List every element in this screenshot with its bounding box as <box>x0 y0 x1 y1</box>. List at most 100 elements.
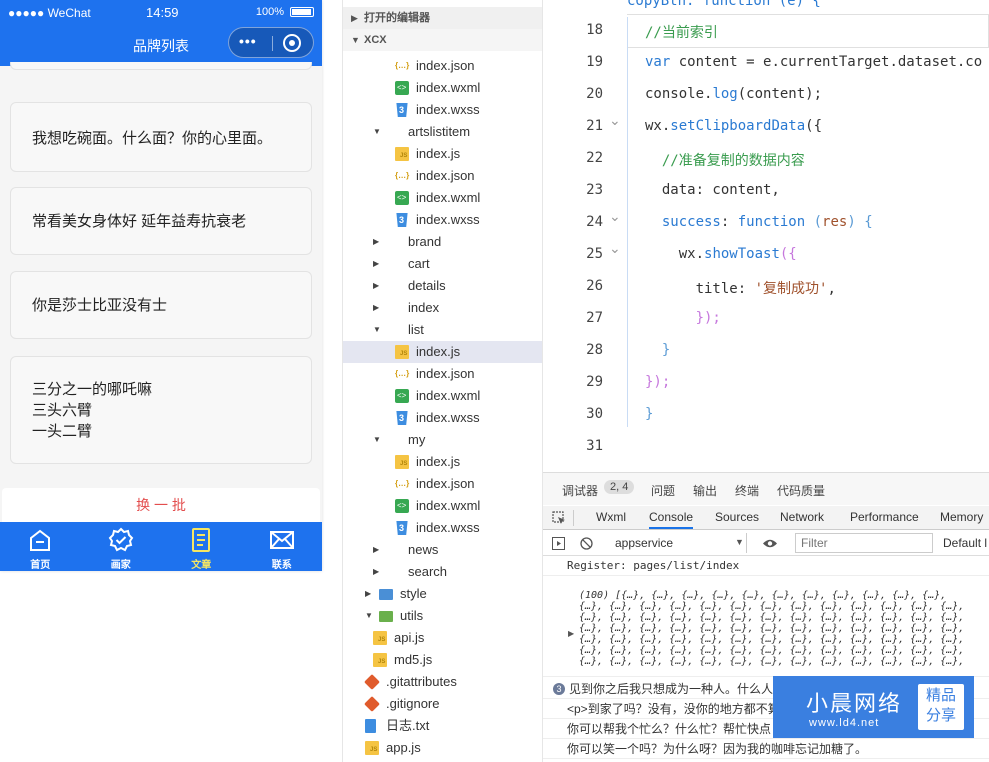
expand-arrow-icon[interactable]: ▶ <box>568 629 574 638</box>
tab-debugger[interactable]: 调试器 <box>562 482 598 499</box>
console-filter-input[interactable] <box>795 533 933 553</box>
tab-contact[interactable]: 联系 <box>242 522 323 571</box>
tree-item[interactable]: index.wxml <box>343 385 542 407</box>
chevron-right-icon: ▶ <box>373 237 380 246</box>
array-summary: (100) [{…}, {…}, {…}, {…}, {…}, {…}, {…}… <box>579 590 947 601</box>
tree-item[interactable]: index.wxml <box>343 187 542 209</box>
code-line: }); <box>645 374 671 390</box>
home-icon <box>30 529 51 551</box>
fold-chevron-icon[interactable]: ⌄ <box>609 208 621 225</box>
git-icon <box>364 696 380 712</box>
list-item[interactable]: 常看美女身体好 延年益寿抗衰老 <box>10 187 312 255</box>
line-number: 21 <box>586 118 603 134</box>
tree-item[interactable]: ▶ search <box>343 561 542 583</box>
site-watermark: 小晨网络 www.ld4.net 精品 分享 <box>773 676 974 738</box>
console-array-output[interactable]: ▶ (100) [{…}, {…}, {…}, {…}, {…}, {…}, {…… <box>543 577 989 677</box>
tree-item[interactable]: app.js <box>343 737 542 759</box>
tree-item[interactable]: {…} index.json <box>343 165 542 187</box>
list-item-text: 你是莎士比亚没有士 <box>32 297 168 314</box>
tab-output[interactable]: 输出 <box>693 482 717 499</box>
tree-item[interactable]: ▶ cart <box>343 253 542 275</box>
sidebar-toggle-icon[interactable] <box>552 537 565 550</box>
line-number: 22 <box>586 150 603 166</box>
tree-item[interactable]: ▶ details <box>343 275 542 297</box>
tree-item[interactable]: index.wxml <box>343 495 542 517</box>
tree-item-label: my <box>408 432 426 447</box>
wxss-file-icon <box>396 411 408 425</box>
devtab-sources[interactable]: Sources <box>715 510 759 524</box>
tab-problems[interactable]: 问题 <box>651 482 675 499</box>
tree-item-label: cart <box>408 256 430 271</box>
tab-code-quality[interactable]: 代码质量 <box>777 482 825 499</box>
tree-item[interactable]: ▶ style <box>343 583 542 605</box>
tree-item[interactable]: md5.js <box>343 649 542 671</box>
clear-console-icon[interactable] <box>580 537 593 550</box>
line-number: 29 <box>586 374 603 390</box>
watermark-url: www.ld4.net <box>809 717 880 729</box>
fold-chevron-icon[interactable]: ⌄ <box>609 240 621 257</box>
devtab-wxml[interactable]: Wxml <box>596 510 626 524</box>
tab-painter[interactable]: 画家 <box>81 522 162 571</box>
tree-item[interactable]: ▼ utils <box>343 605 542 627</box>
array-row: {…}, {…}, {…}, {…}, {…}, {…}, {…}, {…}, … <box>579 612 965 623</box>
tree-item[interactable]: ▶ brand <box>343 231 542 253</box>
project-header[interactable]: ▼ XCX <box>343 29 542 51</box>
tree-item[interactable]: index.wxss <box>343 517 542 539</box>
battery-icon <box>290 7 314 17</box>
log-levels-select[interactable]: Default l <box>943 536 987 550</box>
tree-item[interactable]: index.js <box>343 143 542 165</box>
tree-item-label: index.json <box>416 168 475 183</box>
tree-item-label: index.wxml <box>416 80 481 95</box>
list-item[interactable]: 三分之一的哪吒嘛 三头六臂 一头二臂 <box>10 356 312 464</box>
panel-tabs: 调试器 2, 4 问题 输出 终端 代码质量 <box>543 473 989 505</box>
tree-item[interactable]: {…} index.json <box>343 473 542 495</box>
tree-item-label: index.wxml <box>416 498 481 513</box>
tree-item[interactable]: index.wxss <box>343 209 542 231</box>
tab-home[interactable]: 首页 <box>0 522 81 571</box>
close-miniprogram-icon[interactable] <box>283 34 301 52</box>
chevron-right-icon: ▶ <box>373 545 380 554</box>
list-item[interactable]: 我想吃碗面。什么面？你的心里面。 <box>10 102 312 172</box>
tree-item-label: index.wxss <box>416 102 480 117</box>
js-file-icon <box>365 741 379 755</box>
array-row: {…}, {…}, {…}, {…}, {…}, {…}, {…}, {…}, … <box>579 601 965 612</box>
tree-item[interactable]: index.wxml <box>343 77 542 99</box>
tree-item[interactable]: ▼ artslistitem <box>343 121 542 143</box>
tree-item[interactable]: {…} index.json <box>343 55 542 77</box>
devtab-memory[interactable]: Memory <box>940 510 983 524</box>
tree-item[interactable]: 日志.txt <box>343 715 542 737</box>
status-time: 14:59 <box>146 5 179 20</box>
tab-terminal[interactable]: 终端 <box>735 482 759 499</box>
tree-item[interactable]: index.wxss <box>343 99 542 121</box>
more-icon[interactable]: ••• <box>239 33 257 49</box>
eye-icon[interactable] <box>762 538 778 549</box>
tree-item[interactable]: ▼ my <box>343 429 542 451</box>
tree-item[interactable]: index.js <box>343 451 542 473</box>
swap-batch-button[interactable]: 换 一 批 <box>2 488 320 522</box>
tree-item[interactable]: api.js <box>343 627 542 649</box>
code-line: wx.setClipboardData({ <box>645 118 823 134</box>
open-editors-header[interactable]: ▶ 打开的编辑器 <box>343 7 542 29</box>
tree-item[interactable]: .gitattributes <box>343 671 542 693</box>
devtab-performance[interactable]: Performance <box>850 510 919 524</box>
line-number: 26 <box>586 278 603 294</box>
menu-capsule[interactable]: ••• <box>228 27 314 58</box>
tree-item[interactable]: .gitignore <box>343 693 542 715</box>
tree-item[interactable]: ▶ news <box>343 539 542 561</box>
tree-item[interactable]: ▼ list <box>343 319 542 341</box>
inspect-element-icon[interactable] <box>552 511 566 525</box>
tree-item-label: index <box>408 300 440 315</box>
code-editor[interactable]: copyBtn: function (e) { 18 //当前索引 19 var co… <box>543 0 989 472</box>
tree-item[interactable]: index.js <box>343 341 542 363</box>
tree-item[interactable]: ▶ index <box>343 297 542 319</box>
devtab-network[interactable]: Network <box>780 510 824 524</box>
fold-chevron-icon[interactable]: ⌄ <box>609 112 621 129</box>
tab-article[interactable]: 文章 <box>161 522 242 571</box>
context-select[interactable]: appservice ▼ <box>607 533 747 553</box>
console-message: Register: pages/list/index <box>543 556 989 576</box>
tree-item[interactable]: index.wxss <box>343 407 542 429</box>
devtab-console[interactable]: Console <box>649 510 694 529</box>
line-number: 23 <box>586 182 603 198</box>
list-item[interactable]: 你是莎士比亚没有士 <box>10 271 312 339</box>
tree-item[interactable]: {…} index.json <box>343 363 542 385</box>
